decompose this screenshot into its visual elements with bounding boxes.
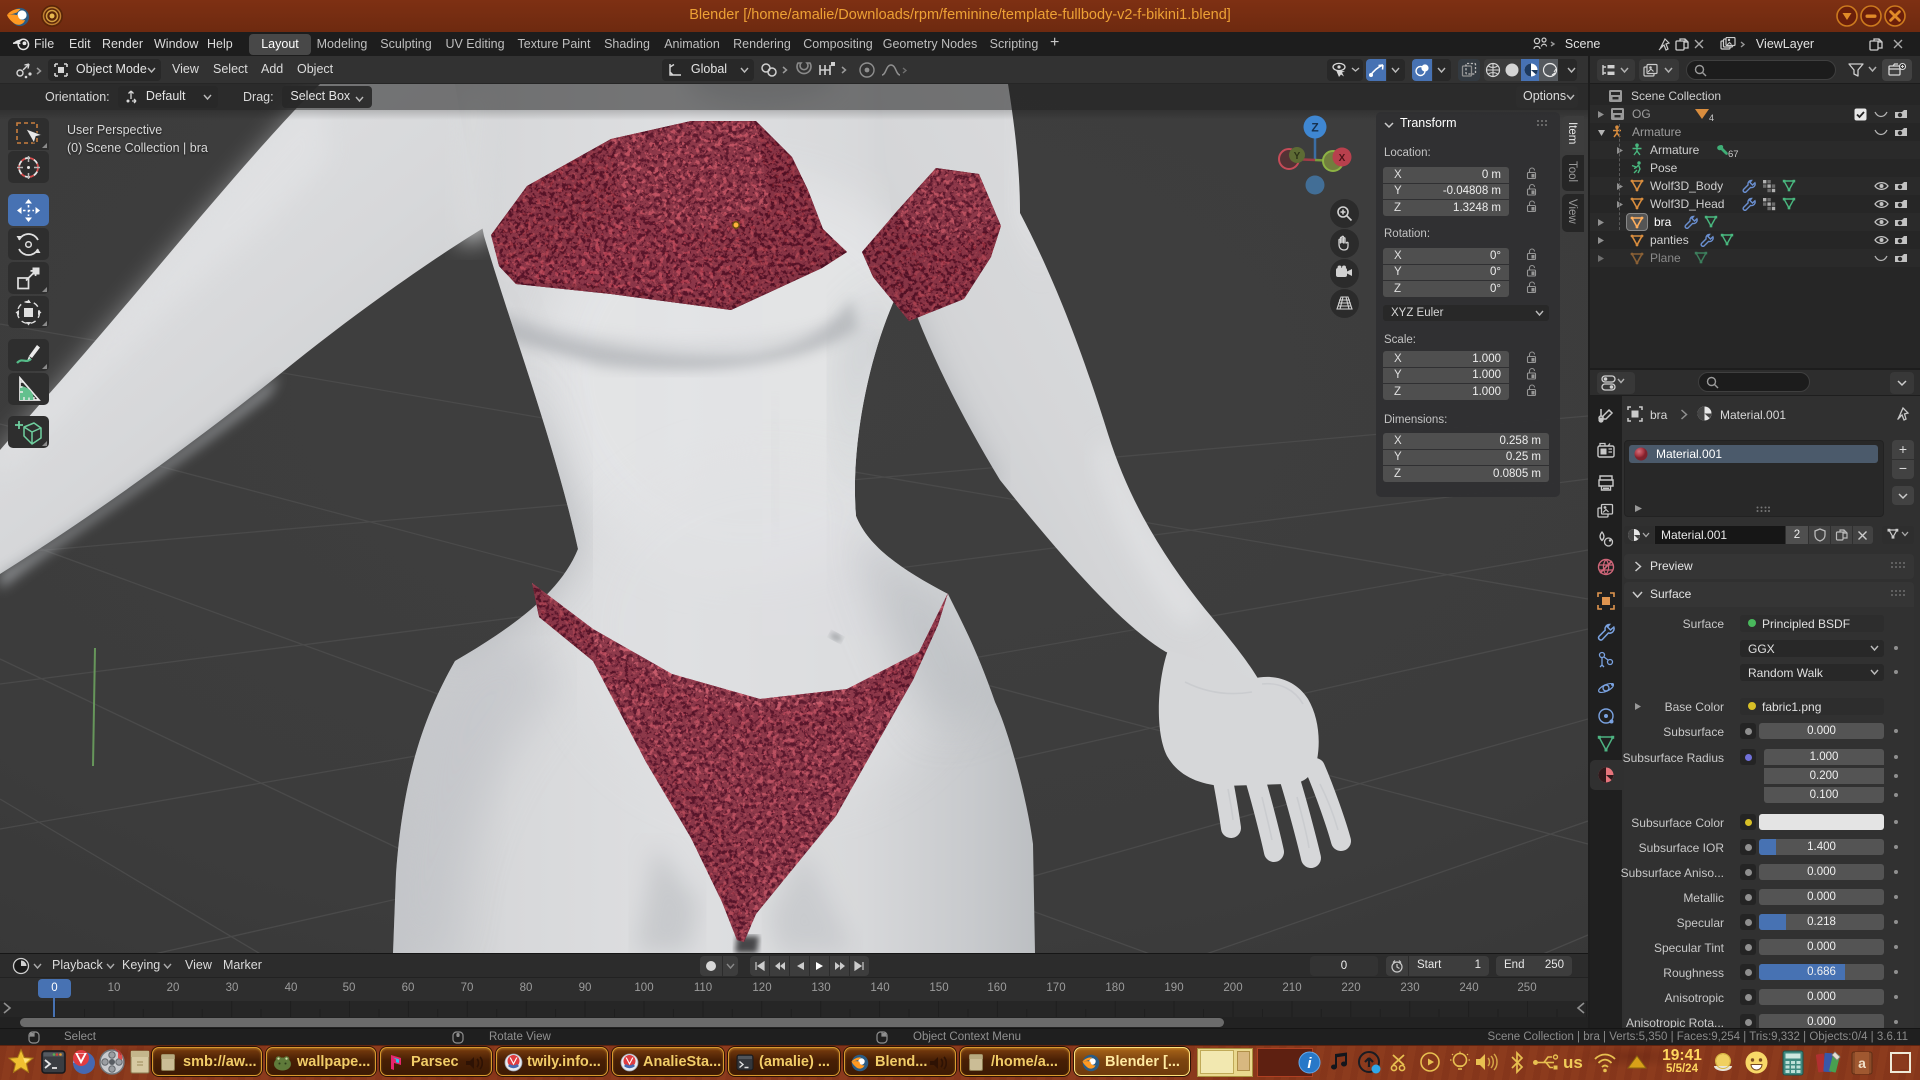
svg-text:Z: Z bbox=[1311, 121, 1318, 135]
svg-text:a: a bbox=[1858, 1055, 1866, 1071]
svg-text:4: 4 bbox=[1709, 113, 1714, 122]
svg-text:Y: Y bbox=[1294, 151, 1301, 162]
svg-text:67: 67 bbox=[1728, 149, 1739, 158]
svg-text:X: X bbox=[1339, 153, 1346, 164]
